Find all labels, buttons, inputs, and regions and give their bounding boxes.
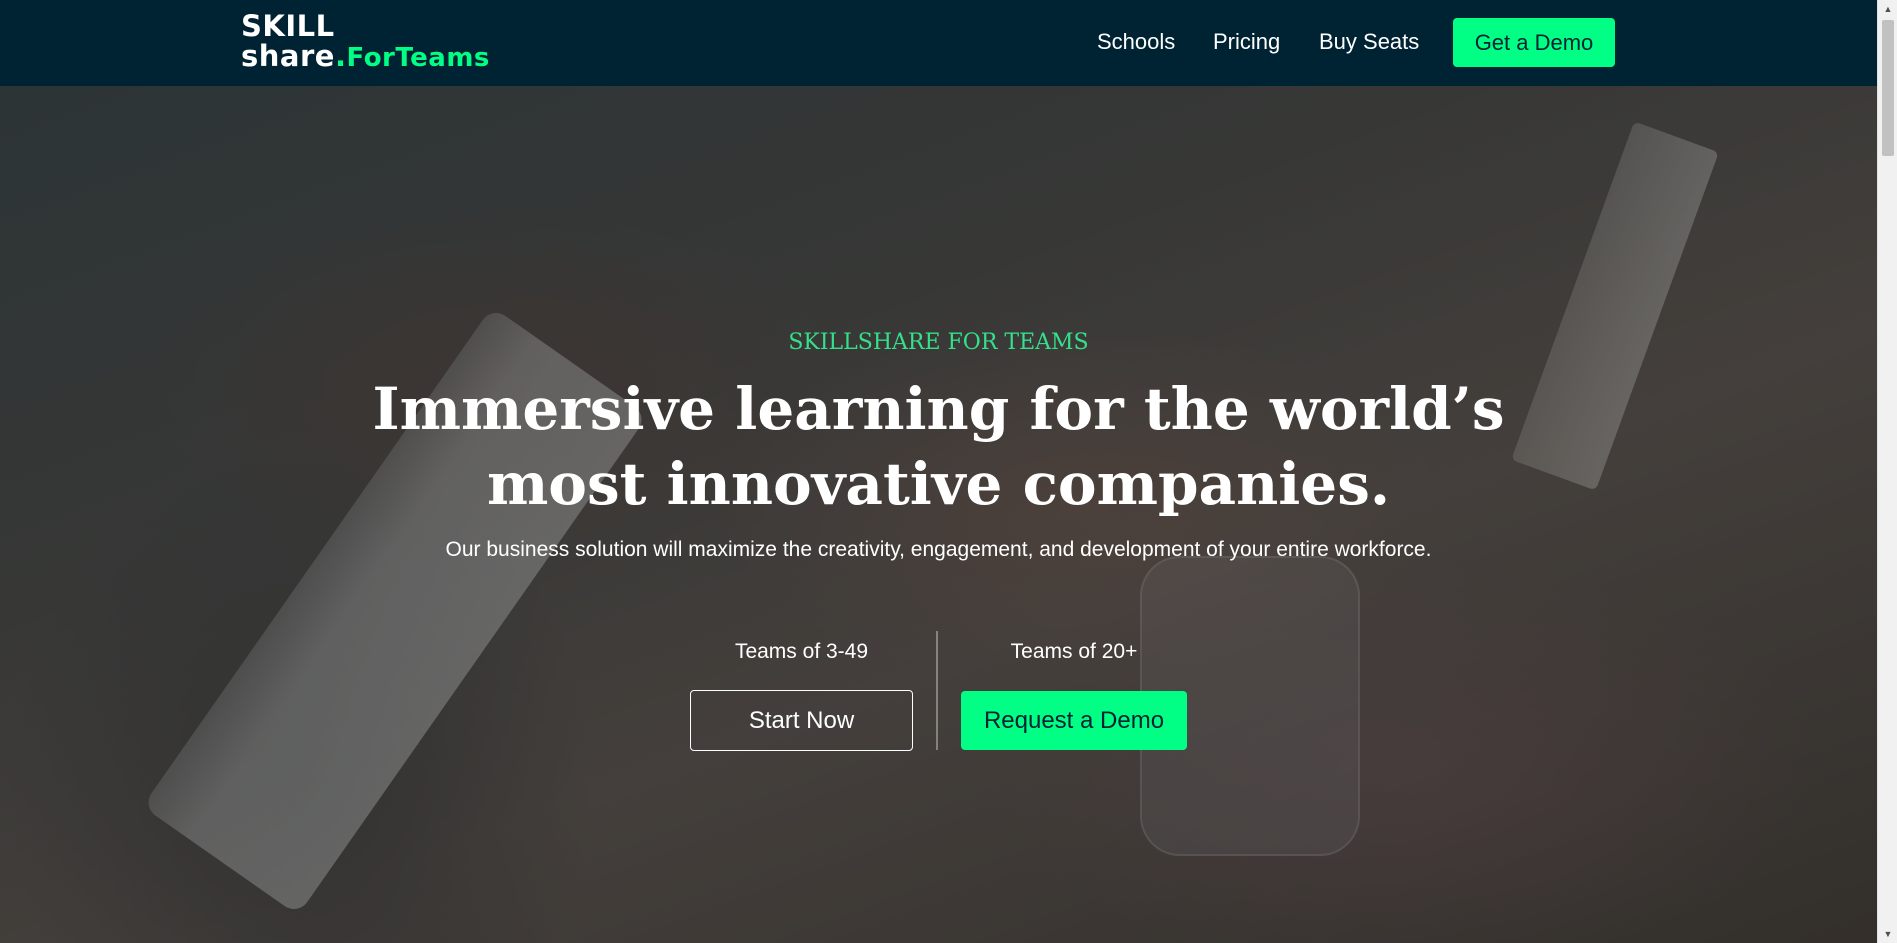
hero-headline-line-2: most innovative companies.: [486, 450, 1391, 518]
hero-eyebrow: SKILLSHARE FOR TEAMS: [788, 330, 1089, 355]
logo-word-share: share: [241, 39, 335, 73]
logo-line-share: share.ForTeams: [241, 39, 490, 75]
logo-line-skill: SKILL: [241, 9, 335, 43]
request-a-demo-button[interactable]: Request a Demo: [961, 691, 1187, 750]
top-navbar: SKILL share.ForTeams Schools Pricing Buy…: [0, 0, 1877, 86]
logo-word-forteams: ForTeams: [346, 43, 490, 73]
scroll-down-arrow-icon[interactable]: ▼: [1878, 925, 1897, 943]
start-now-button[interactable]: Start Now: [690, 690, 913, 751]
scrollbar-thumb[interactable]: [1882, 20, 1894, 156]
large-team-label: Teams of 20+: [1010, 640, 1138, 663]
nav-link-schools[interactable]: Schools: [1097, 28, 1175, 56]
nav-link-pricing[interactable]: Pricing: [1213, 28, 1280, 56]
page-scrollbar[interactable]: ▲ ▼: [1877, 0, 1897, 943]
get-a-demo-button[interactable]: Get a Demo: [1453, 18, 1615, 67]
hero-headline-line-1: Immersive learning for the world’s: [372, 375, 1505, 443]
logo-dot: .: [334, 39, 347, 73]
cta-divider: [936, 631, 938, 750]
skillshare-for-teams-logo[interactable]: SKILL share.ForTeams: [241, 9, 541, 75]
small-team-label: Teams of 3-49: [734, 640, 869, 663]
hero-subtext: Our business solution will maximize the …: [445, 538, 1432, 561]
scroll-up-arrow-icon[interactable]: ▲: [1878, 0, 1897, 18]
nav-link-buy-seats[interactable]: Buy Seats: [1319, 28, 1419, 56]
hero-headline: Immersive learning for the world’s most …: [0, 372, 1877, 522]
